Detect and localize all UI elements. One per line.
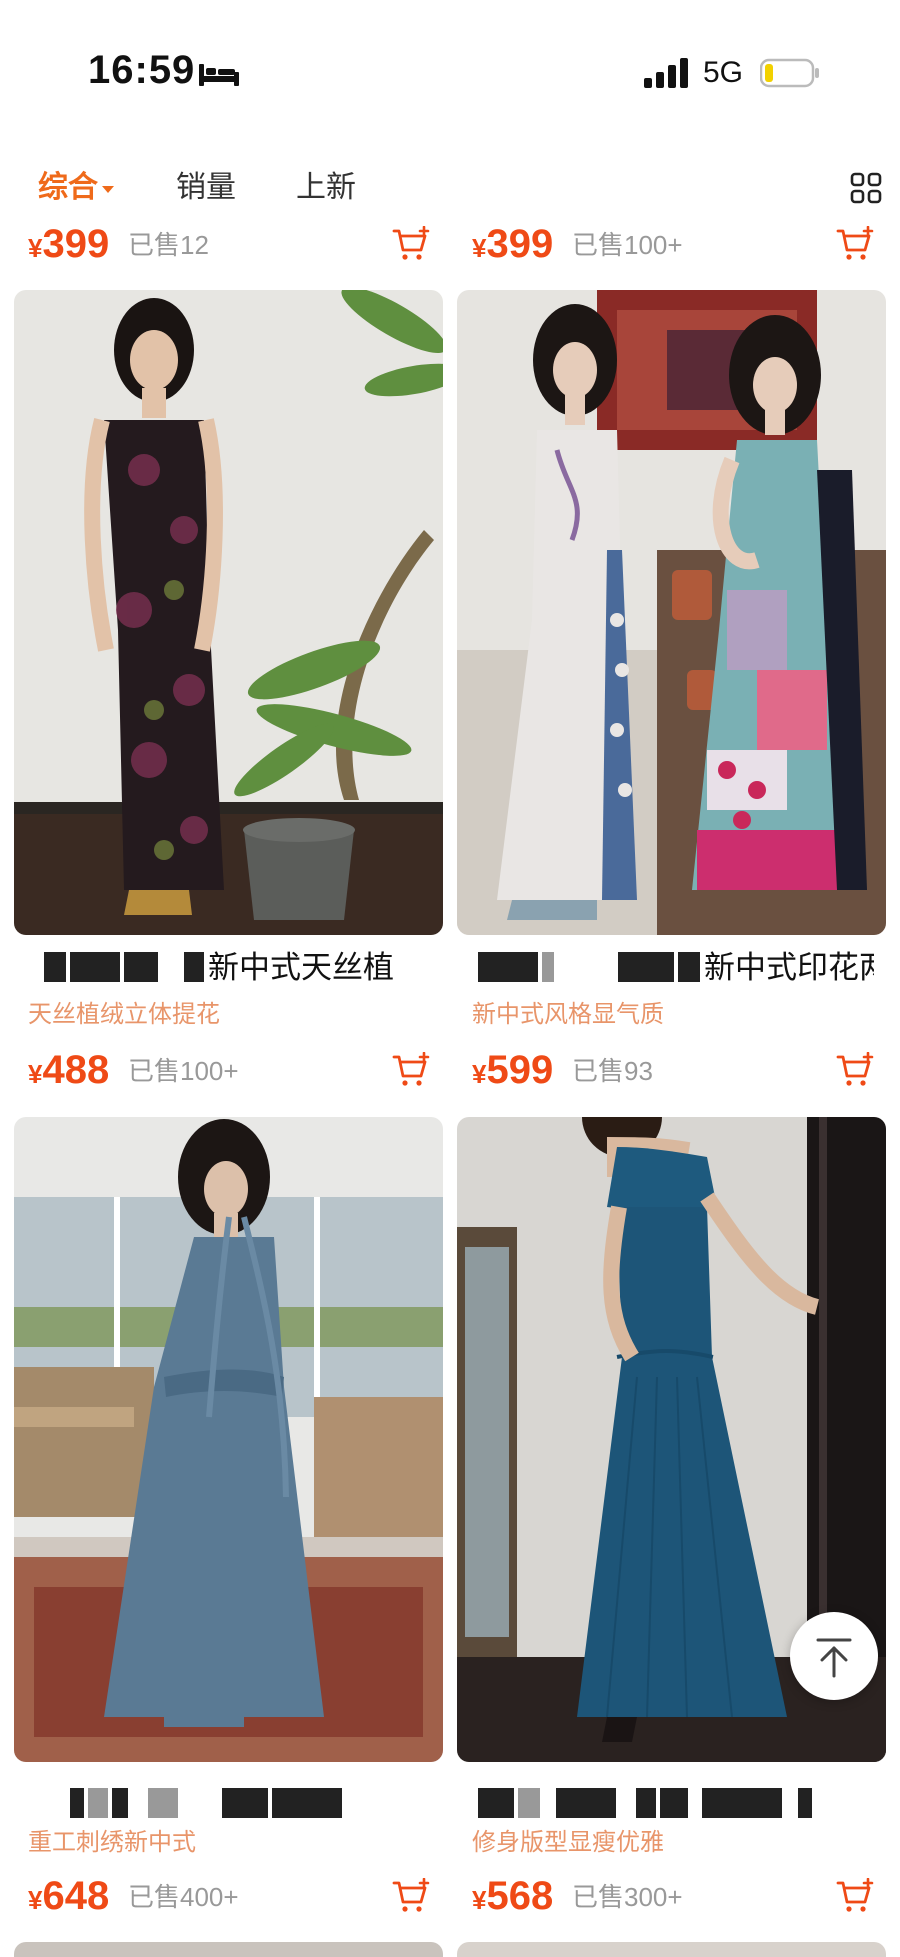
add-to-cart-icon[interactable] xyxy=(392,226,430,262)
redacted-block xyxy=(660,1788,688,1818)
redacted-block xyxy=(542,952,554,982)
sort-bar: 综合 销量 上新 xyxy=(0,160,900,216)
price: ¥648 xyxy=(28,1868,109,1933)
add-to-cart-icon[interactable] xyxy=(836,1052,874,1088)
price-row: ¥568 已售300+ xyxy=(472,1868,872,1924)
product-tag: 修身版型显瘦优雅 xyxy=(472,1829,664,1856)
product-title[interactable] xyxy=(70,1782,440,1826)
sold-count: 已售93 xyxy=(572,1056,653,1086)
arrow-up-icon xyxy=(816,1638,852,1678)
sold-count: 已售400+ xyxy=(128,1882,239,1912)
product-photo xyxy=(14,1117,443,1762)
back-to-top-button[interactable] xyxy=(790,1612,878,1700)
price: ¥399 xyxy=(472,216,553,281)
price-amount: 399 xyxy=(486,222,554,266)
sleep-bed-icon xyxy=(199,64,239,86)
sort-tab-label: 上新 xyxy=(296,171,356,204)
product-title-text: 新中式天丝植 xyxy=(208,950,394,985)
product-tag: 新中式风格显气质 xyxy=(472,1001,664,1028)
sort-tab-comprehensive[interactable]: 综合 xyxy=(38,160,114,216)
caret-down-icon xyxy=(102,185,114,193)
grid-view-icon[interactable] xyxy=(850,172,882,204)
redacted-block xyxy=(518,1788,540,1818)
next-product-image-peek xyxy=(457,1942,886,1957)
sold-count: 已售100+ xyxy=(128,1056,239,1086)
product-tag: 天丝植绒立体提花 xyxy=(28,1001,220,1028)
currency-symbol: ¥ xyxy=(28,233,43,263)
product-image[interactable] xyxy=(457,290,886,935)
redacted-block xyxy=(272,1788,342,1818)
add-to-cart-icon[interactable] xyxy=(836,1878,874,1914)
status-bar: 16:59 5G xyxy=(0,0,900,150)
redacted-block xyxy=(44,952,66,982)
redacted-block xyxy=(70,952,120,982)
product-title-text: 新中式印花两 xyxy=(704,950,874,985)
price-amount: 648 xyxy=(42,1874,110,1918)
status-time: 16:59 xyxy=(88,48,196,92)
price-amount: 488 xyxy=(42,1048,110,1092)
price-amount: 599 xyxy=(486,1048,554,1092)
redacted-block xyxy=(618,952,674,982)
sold-count: 已售12 xyxy=(128,230,209,260)
sort-tab-label: 销量 xyxy=(176,171,236,204)
product-image[interactable] xyxy=(14,290,443,935)
product-photo xyxy=(457,290,886,935)
price-row: ¥399 已售100+ xyxy=(472,216,872,272)
redacted-block xyxy=(112,1788,128,1818)
redacted-block xyxy=(88,1788,108,1818)
sold-count: 已售100+ xyxy=(572,230,683,260)
redacted-block xyxy=(556,1788,616,1818)
price-row: ¥488 已售100+ xyxy=(28,1042,428,1098)
add-to-cart-icon[interactable] xyxy=(392,1878,430,1914)
cellular-signal-icon xyxy=(644,58,688,88)
currency-symbol: ¥ xyxy=(472,233,487,263)
currency-symbol: ¥ xyxy=(28,1059,43,1089)
currency-symbol: ¥ xyxy=(28,1885,43,1915)
redacted-block xyxy=(702,1788,782,1818)
redacted-block xyxy=(184,952,204,982)
price-row: ¥599 已售93 xyxy=(472,1042,872,1098)
add-to-cart-icon[interactable] xyxy=(392,1052,430,1088)
redacted-block xyxy=(148,1788,178,1818)
add-to-cart-icon[interactable] xyxy=(836,226,874,262)
product-photo xyxy=(14,290,443,935)
sort-tab-sales[interactable]: 销量 xyxy=(176,160,236,216)
currency-symbol: ¥ xyxy=(472,1059,487,1089)
product-title[interactable]: 新中式印花两 xyxy=(478,946,874,990)
redacted-block xyxy=(478,1788,514,1818)
redacted-block xyxy=(636,1788,656,1818)
price-amount: 399 xyxy=(42,222,110,266)
product-title[interactable] xyxy=(478,1782,874,1826)
sold-count: 已售300+ xyxy=(572,1882,683,1912)
redacted-block xyxy=(222,1788,268,1818)
redacted-block xyxy=(124,952,158,982)
redacted-block xyxy=(798,1788,812,1818)
currency-symbol: ¥ xyxy=(472,1885,487,1915)
price-row: ¥399 已售12 xyxy=(28,216,428,272)
price: ¥599 xyxy=(472,1042,553,1107)
product-image[interactable] xyxy=(14,1117,443,1762)
next-product-image-peek xyxy=(14,1942,443,1957)
redacted-block xyxy=(678,952,700,982)
product-title[interactable]: 新中式天丝植 xyxy=(44,946,440,990)
price: ¥488 xyxy=(28,1042,109,1107)
sort-tab-newest[interactable]: 上新 xyxy=(296,160,356,216)
redacted-block xyxy=(478,952,538,982)
price: ¥399 xyxy=(28,216,109,281)
network-type: 5G xyxy=(703,56,744,89)
sort-tab-label: 综合 xyxy=(38,171,98,204)
product-tag: 重工刺绣新中式 xyxy=(28,1829,196,1856)
price-amount: 568 xyxy=(486,1874,554,1918)
price-row: ¥648 已售400+ xyxy=(28,1868,428,1924)
price: ¥568 xyxy=(472,1868,553,1933)
battery-low-icon xyxy=(760,58,819,88)
redacted-block xyxy=(70,1788,84,1818)
